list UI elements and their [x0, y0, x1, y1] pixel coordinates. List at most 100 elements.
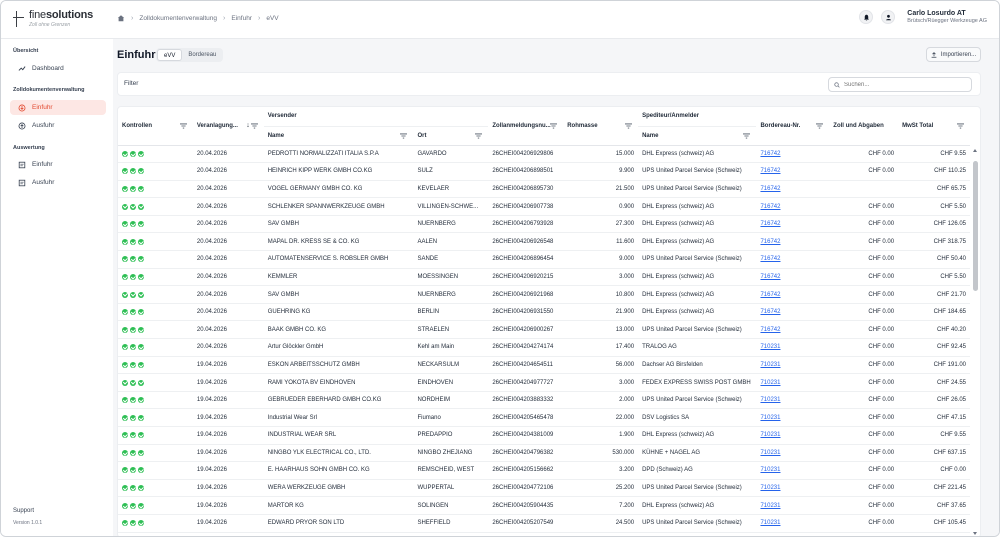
- breadcrumb-item[interactable]: Einfuhr: [231, 15, 252, 22]
- table-row[interactable]: 19.04.2026 NINGBO YLK ELECTRICAL CO., LTD…: [118, 444, 970, 463]
- cell-bordereau-link[interactable]: 716742: [756, 320, 830, 340]
- cell-bordereau-link[interactable]: 710231: [756, 496, 830, 515]
- check-circle-icon[interactable]: [122, 273, 128, 280]
- check-circle-icon[interactable]: [130, 379, 136, 386]
- check-circle-icon[interactable]: [138, 379, 144, 386]
- check-circle-icon[interactable]: [122, 150, 128, 157]
- check-circle-icon[interactable]: [130, 150, 136, 157]
- check-circle-icon[interactable]: [122, 485, 128, 492]
- cell-bordereau-link[interactable]: 710231: [756, 408, 830, 427]
- check-circle-icon[interactable]: [130, 168, 136, 175]
- cell-bordereau-link[interactable]: 710231: [756, 373, 830, 392]
- check-circle-icon[interactable]: [122, 520, 128, 527]
- scroll-down-icon[interactable]: [973, 532, 977, 535]
- check-circle-icon[interactable]: [138, 502, 144, 509]
- cell-bordereau-link[interactable]: 710231: [756, 338, 830, 357]
- filter-label[interactable]: Filter: [124, 80, 138, 87]
- check-circle-icon[interactable]: [138, 309, 144, 316]
- check-circle-icon[interactable]: [138, 414, 144, 421]
- check-circle-icon[interactable]: [130, 344, 136, 351]
- check-circle-icon[interactable]: [122, 397, 128, 404]
- table-row[interactable]: 19.04.2026 INDUSTRIAL WEAR SRL PREDAPPIO 26…: [118, 426, 970, 445]
- cell-bordereau-link[interactable]: 716742: [756, 145, 830, 164]
- check-circle-icon[interactable]: [130, 185, 136, 192]
- check-circle-icon[interactable]: [138, 291, 144, 298]
- check-circle-icon[interactable]: [138, 185, 144, 192]
- user-info[interactable]: Carlo Losurdo AT Brütsch/Rüegger Werkzeu…: [907, 10, 987, 24]
- cell-bordereau-link[interactable]: 710231: [756, 461, 830, 480]
- column-header-veranlagung[interactable]: Veranlagung... ↓: [192, 107, 264, 146]
- table-row[interactable]: 20.04.2026 MAPAL DR. KRESS SE & CO. KG AAL…: [118, 232, 970, 252]
- filter-icon[interactable]: [743, 132, 751, 139]
- table-row[interactable]: 20.04.2026 SCHLENKER SPANNWERKZEUGE GMBH V…: [118, 197, 970, 216]
- vertical-scrollbar[interactable]: [973, 147, 978, 535]
- table-row[interactable]: 20.04.2026 BAAK GMBH CO. KG STRAELEN 26CHEI…: [118, 320, 970, 340]
- table-row[interactable]: 20.04.2026 PEDROTTI NORMALIZZATI ITALIA S…: [118, 145, 970, 164]
- user-menu-button[interactable]: [881, 10, 896, 24]
- check-circle-icon[interactable]: [138, 256, 144, 263]
- check-circle-icon[interactable]: [130, 309, 136, 316]
- cell-bordereau-link[interactable]: 710231: [756, 391, 830, 410]
- search-field[interactable]: [828, 77, 972, 92]
- check-circle-icon[interactable]: [138, 467, 144, 474]
- check-circle-icon[interactable]: [130, 203, 136, 210]
- check-circle-icon[interactable]: [138, 432, 144, 439]
- check-circle-icon[interactable]: [122, 185, 128, 192]
- notification-button[interactable]: [859, 10, 874, 24]
- column-header-zoll[interactable]: Zoll und Abgaben: [829, 107, 899, 146]
- cell-bordereau-link[interactable]: 710231: [756, 479, 830, 498]
- column-header-bordereau[interactable]: Bordereau-Nr.: [756, 107, 830, 146]
- cell-bordereau-link[interactable]: 710231: [756, 426, 830, 445]
- cell-bordereau-link[interactable]: 716742: [756, 197, 830, 216]
- check-circle-icon[interactable]: [130, 326, 136, 333]
- table-row[interactable]: 19.04.2026 MARTOR KG SOLINGEN 26CHEI0042059…: [118, 496, 970, 515]
- search-input[interactable]: [844, 81, 964, 88]
- table-row[interactable]: 19.04.2026 ESKON ARBEITSSCHUTZ GMBH NECKAR…: [118, 356, 970, 375]
- cell-bordereau-link[interactable]: 710231: [756, 444, 830, 463]
- cell-bordereau-link[interactable]: 716742: [756, 162, 830, 181]
- check-circle-icon[interactable]: [130, 361, 136, 368]
- check-circle-icon[interactable]: [130, 397, 136, 404]
- check-circle-icon[interactable]: [122, 238, 128, 245]
- sort-desc-icon[interactable]: ↓: [246, 122, 250, 129]
- check-circle-icon[interactable]: [122, 168, 128, 175]
- column-header-name[interactable]: Name: [263, 126, 414, 146]
- check-circle-icon[interactable]: [122, 221, 128, 228]
- cell-bordereau-link[interactable]: 716742: [756, 303, 830, 322]
- table-row[interactable]: 20.04.2026 VOGEL GERMANY GMBH CO. KG KEVEL…: [118, 180, 970, 199]
- check-circle-icon[interactable]: [138, 150, 144, 157]
- check-circle-icon[interactable]: [130, 432, 136, 439]
- table-row[interactable]: 19.04.2026 WERA WERKZEUGE GMBH WUPPERTAL 26…: [118, 479, 970, 498]
- support-link[interactable]: Support: [13, 508, 34, 514]
- check-circle-icon[interactable]: [138, 449, 144, 456]
- table-row[interactable]: 20.04.2026 HEINRICH KIPP WERK GMBH CO.KG S…: [118, 162, 970, 181]
- check-circle-icon[interactable]: [138, 238, 144, 245]
- check-circle-icon[interactable]: [122, 256, 128, 263]
- filter-icon[interactable]: [957, 123, 964, 129]
- check-circle-icon[interactable]: [138, 520, 144, 527]
- check-circle-icon[interactable]: [138, 203, 144, 210]
- filter-icon[interactable]: [550, 123, 558, 129]
- cell-bordereau-link[interactable]: 716742: [756, 285, 830, 304]
- column-header-rohmasse[interactable]: Rohmasse: [563, 107, 639, 146]
- sidebar-item-ausfuhr[interactable]: Ausfuhr: [10, 118, 106, 133]
- check-circle-icon[interactable]: [138, 361, 144, 368]
- check-circle-icon[interactable]: [122, 326, 128, 333]
- table-row[interactable]: 19.04.2026 RAMI YOKOTA BV EINDHOVEN EINDHO…: [118, 373, 970, 392]
- check-circle-icon[interactable]: [122, 361, 128, 368]
- home-icon[interactable]: [117, 14, 125, 22]
- check-circle-icon[interactable]: [130, 291, 136, 298]
- filter-icon[interactable]: [179, 123, 187, 129]
- check-circle-icon[interactable]: [130, 520, 136, 527]
- tab-evv[interactable]: eVV: [157, 49, 183, 61]
- check-circle-icon[interactable]: [138, 168, 144, 175]
- table-row[interactable]: 19.04.2026 GEBRUEDER EBERHARD GMBH CO.KG N…: [118, 391, 970, 410]
- cell-bordereau-link[interactable]: 716742: [756, 250, 830, 269]
- check-circle-icon[interactable]: [138, 326, 144, 333]
- filter-icon[interactable]: [816, 123, 824, 129]
- table-row[interactable]: 20.04.2026 Artur Glöckler GmbH Kehl am Mai…: [118, 338, 970, 357]
- check-circle-icon[interactable]: [130, 502, 136, 509]
- scrollbar-thumb[interactable]: [973, 161, 978, 291]
- check-circle-icon[interactable]: [122, 502, 128, 509]
- table-row[interactable]: 20.04.2026 SAV GMBH NUERNBERG 26CHEI0042067…: [118, 215, 970, 234]
